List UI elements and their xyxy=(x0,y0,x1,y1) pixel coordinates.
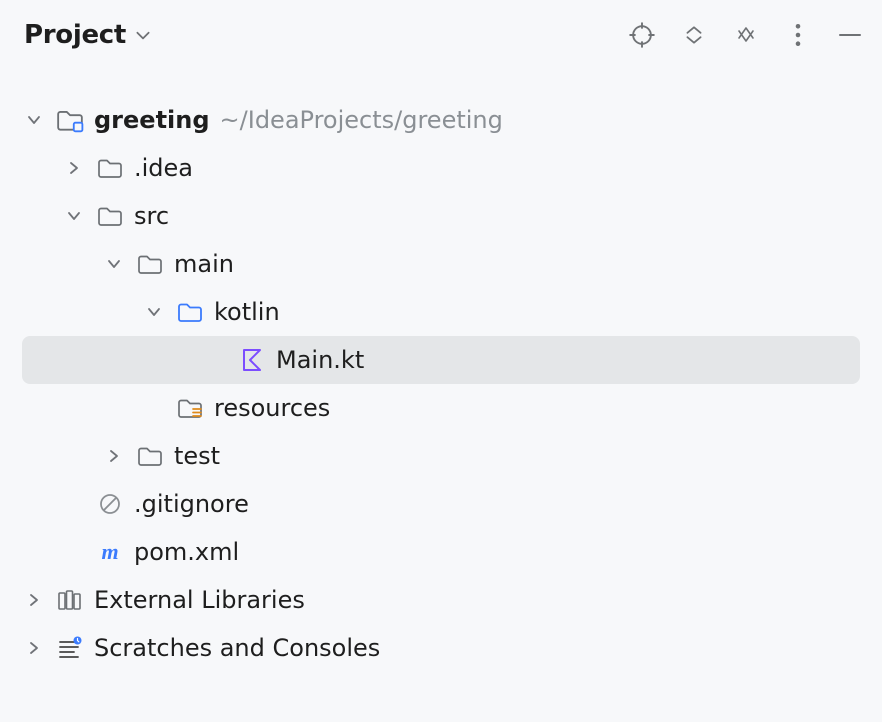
expand-arrow-icon[interactable] xyxy=(22,640,46,656)
node-label: kotlin xyxy=(214,298,280,326)
tree-node-src-folder[interactable]: src xyxy=(0,192,882,240)
node-label: src xyxy=(134,202,169,230)
expand-arrow-icon[interactable] xyxy=(142,304,166,320)
ignore-file-icon xyxy=(96,492,124,516)
node-path-hint: ~/IdeaProjects/greeting xyxy=(220,106,503,134)
expand-collapse-all-button[interactable] xyxy=(680,21,708,49)
project-panel-header: Project xyxy=(0,0,882,68)
expand-arrow-icon[interactable] xyxy=(102,448,126,464)
node-label: main xyxy=(174,250,234,278)
folder-icon xyxy=(136,444,164,468)
header-actions xyxy=(628,21,864,49)
folder-icon xyxy=(136,252,164,276)
expand-arrow-icon[interactable] xyxy=(22,592,46,608)
node-label: .gitignore xyxy=(134,490,249,518)
tree-node-idea-folder[interactable]: .idea xyxy=(0,144,882,192)
view-selector[interactable]: Project xyxy=(24,20,152,50)
hide-button[interactable] xyxy=(732,21,760,49)
tree-node-main-folder[interactable]: main xyxy=(0,240,882,288)
minimize-button[interactable] xyxy=(836,21,864,49)
tree-node-gitignore-file[interactable]: .gitignore xyxy=(0,480,882,528)
tree-node-resources-folder[interactable]: resources xyxy=(0,384,882,432)
tree-node-scratches-consoles[interactable]: Scratches and Consoles xyxy=(0,624,882,672)
node-label: External Libraries xyxy=(94,586,305,614)
node-label: Main.kt xyxy=(276,346,364,374)
node-label: pom.xml xyxy=(134,538,239,566)
folder-icon xyxy=(96,204,124,228)
node-label: greeting xyxy=(94,106,210,134)
tree-node-test-folder[interactable]: test xyxy=(0,432,882,480)
node-label: Scratches and Consoles xyxy=(94,634,380,662)
source-folder-icon xyxy=(176,300,204,324)
panel-title: Project xyxy=(24,20,126,50)
kotlin-file-icon xyxy=(238,347,266,373)
node-label: resources xyxy=(214,394,330,422)
expand-arrow-icon[interactable] xyxy=(102,256,126,272)
tree-node-kotlin-folder[interactable]: kotlin xyxy=(0,288,882,336)
tree-node-project-root[interactable]: greeting ~/IdeaProjects/greeting xyxy=(0,96,882,144)
resources-folder-icon xyxy=(176,396,204,420)
expand-arrow-icon[interactable] xyxy=(62,160,86,176)
options-button[interactable] xyxy=(784,21,812,49)
module-folder-icon xyxy=(56,107,84,133)
node-label: test xyxy=(174,442,220,470)
expand-arrow-icon[interactable] xyxy=(62,208,86,224)
scratches-icon xyxy=(56,636,84,660)
node-label: .idea xyxy=(134,154,193,182)
select-opened-file-button[interactable] xyxy=(628,21,656,49)
tree-node-main-kt-file[interactable]: Main.kt xyxy=(22,336,860,384)
libraries-icon xyxy=(56,588,84,612)
tree-node-external-libraries[interactable]: External Libraries xyxy=(0,576,882,624)
expand-arrow-icon[interactable] xyxy=(22,112,46,128)
folder-icon xyxy=(96,156,124,180)
project-tree: greeting ~/IdeaProjects/greeting .idea s… xyxy=(0,96,882,672)
tree-node-pom-file[interactable]: m pom.xml xyxy=(0,528,882,576)
maven-file-icon: m xyxy=(96,541,124,563)
chevron-down-icon xyxy=(134,26,152,44)
